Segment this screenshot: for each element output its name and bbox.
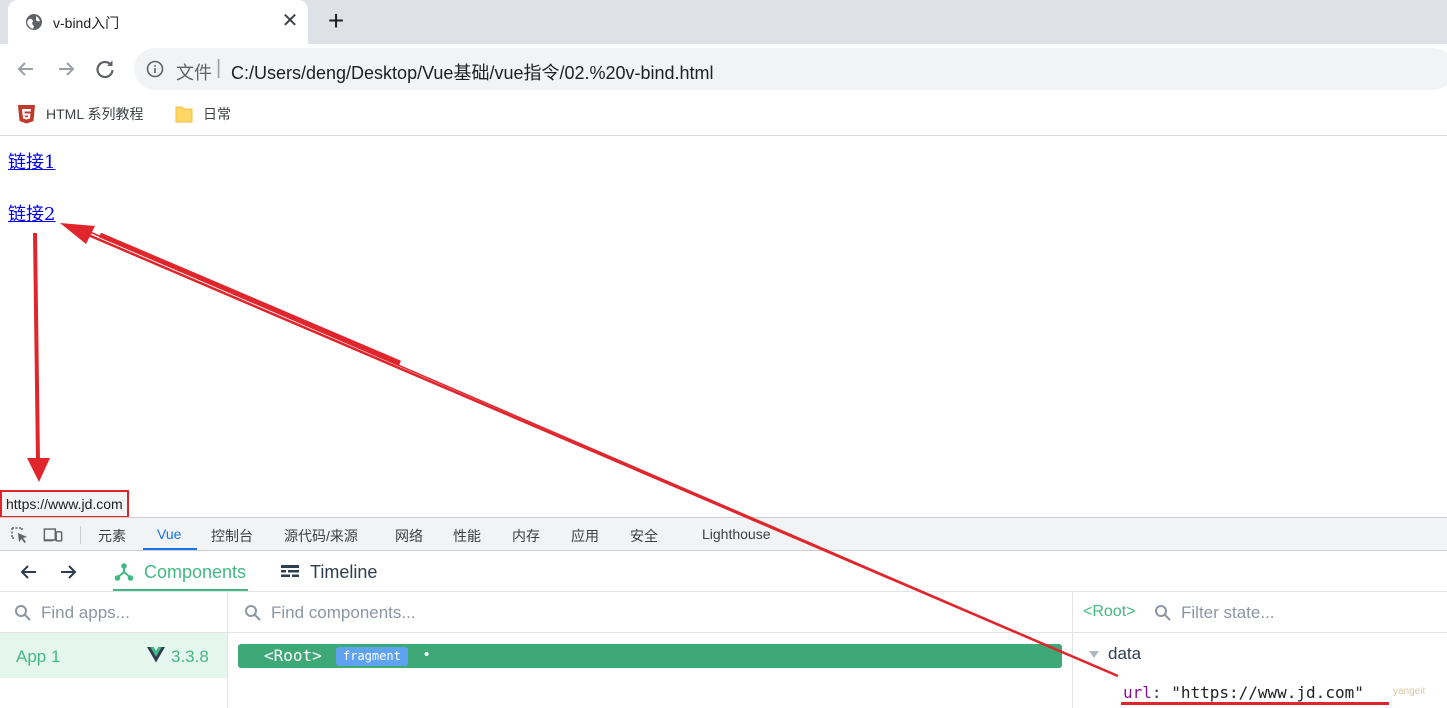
bookmarks-bar: HTML 系列教程 日常 [0,94,1447,136]
devtools-tab-console[interactable]: 控制台 [211,526,253,546]
component-tree-icon [114,563,134,581]
address-bar[interactable]: 文件 | C:/Users/deng/Desktop/Vue基础/vue指令/0… [134,48,1447,90]
data-section-label: data [1108,644,1142,663]
property-colon: : [1151,683,1162,702]
toolbar-divider [80,526,81,544]
apps-search-placeholder: Find apps... [41,603,130,622]
reload-icon[interactable] [92,56,118,82]
link-2[interactable]: 链接2 [8,200,55,226]
components-search[interactable]: Find components... [228,592,1072,633]
file-scheme-label: 文件 [176,63,212,83]
bookmark-html-tutorial[interactable]: HTML 系列教程 [17,103,143,125]
devtools-tab-sources[interactable]: 源代码/来源 [284,526,358,546]
devtools-tab-elements[interactable]: 元素 [98,526,126,546]
forward-arrow-icon[interactable] [53,56,79,82]
bookmark-label: 日常 [203,106,231,122]
inspect-element-icon[interactable] [10,526,30,544]
vue-version: 3.3.8 [171,647,209,666]
devtools-tab-security[interactable]: 安全 [630,526,658,546]
search-icon [15,605,31,621]
property-key: url [1123,683,1152,702]
root-component-node[interactable]: <Root> fragment • [238,644,1062,668]
devtools-tab-vue[interactable]: Vue [157,526,181,542]
browser-tab[interactable]: v-bind入门 ✕ [8,0,308,44]
apps-pane: Find apps... App 1 3.3.8 [0,592,228,708]
url-text[interactable]: C:/Users/deng/Desktop/Vue基础/vue指令/02.%20… [231,59,714,85]
browser-toolbar: 文件 | C:/Users/deng/Desktop/Vue基础/vue指令/0… [0,44,1447,94]
new-tab-button[interactable]: + [322,7,350,36]
link-status-url: https://www.jd.com [0,490,129,518]
back-arrow-icon[interactable] [18,561,40,583]
device-toolbar-icon[interactable] [43,526,63,544]
arrow-link-to-status [27,232,50,482]
html5-icon [18,105,35,124]
root-tag: <Root> [264,646,322,665]
components-tab-label: Components [144,561,247,582]
bookmark-label: HTML 系列教程 [46,106,144,122]
devtools-tab-application[interactable]: 应用 [571,526,599,546]
search-icon [1155,605,1171,621]
components-search-placeholder: Find components... [271,603,416,622]
devtools-tab-memory[interactable]: 内存 [512,526,540,546]
annotation-underline [1121,702,1389,705]
folder-icon [175,106,193,123]
active-tab-indicator [143,548,197,550]
devtools-tab-network[interactable]: 网络 [395,526,423,546]
devtools-tabbar: 元素 Vue 控制台 源代码/来源 网络 性能 内存 应用 安全 Lightho… [0,517,1447,551]
data-section-toggle[interactable]: data [1089,644,1141,664]
link-1[interactable]: 链接1 [8,148,55,174]
watermark: yangeit [1393,686,1426,697]
timeline-tab-label: Timeline [310,561,378,582]
tab-title: v-bind入门 [53,15,120,31]
info-icon[interactable] [146,60,164,78]
app-name: App 1 [16,647,61,666]
forward-arrow-icon[interactable] [57,561,79,583]
devtools-tab-lighthouse[interactable]: Lighthouse [702,526,771,542]
globe-icon [26,14,42,30]
apps-search[interactable]: Find apps... [0,592,227,633]
search-icon [245,605,261,621]
component-tree-pane: Find components... <Root> fragment • [228,592,1073,708]
selected-component-label: <Root> [1083,603,1136,620]
timeline-tab[interactable]: Timeline [280,560,377,584]
scheme-separator: | [216,57,222,79]
state-inspector-pane: <Root> Filter state... data url: "https:… [1073,592,1447,708]
tab-strip: v-bind入门 ✕ + [0,0,1447,44]
active-nav-indicator [113,589,248,591]
timeline-icon [281,565,299,577]
root-dot: • [424,646,430,663]
property-value: "https://www.jd.com" [1171,683,1364,702]
vue-devtools-panes: Find apps... App 1 3.3.8 Find components… [0,592,1447,708]
state-search[interactable]: <Root> Filter state... [1073,592,1447,633]
state-property-url[interactable]: url: "https://www.jd.com" [1123,683,1364,702]
caret-down-icon [1089,650,1099,658]
vue-logo-icon [147,647,165,663]
close-tab-icon[interactable]: ✕ [280,11,300,31]
app-list-item[interactable]: App 1 3.3.8 [0,633,227,678]
components-tab[interactable]: Components [114,560,246,584]
devtools-tab-performance[interactable]: 性能 [453,526,481,546]
vue-devtools-toolbar: Components Timeline [0,551,1447,592]
bookmark-folder-daily[interactable]: 日常 [175,103,231,125]
back-arrow-icon[interactable] [13,56,39,82]
state-search-placeholder: Filter state... [1181,603,1275,622]
fragment-badge: fragment [336,647,408,666]
